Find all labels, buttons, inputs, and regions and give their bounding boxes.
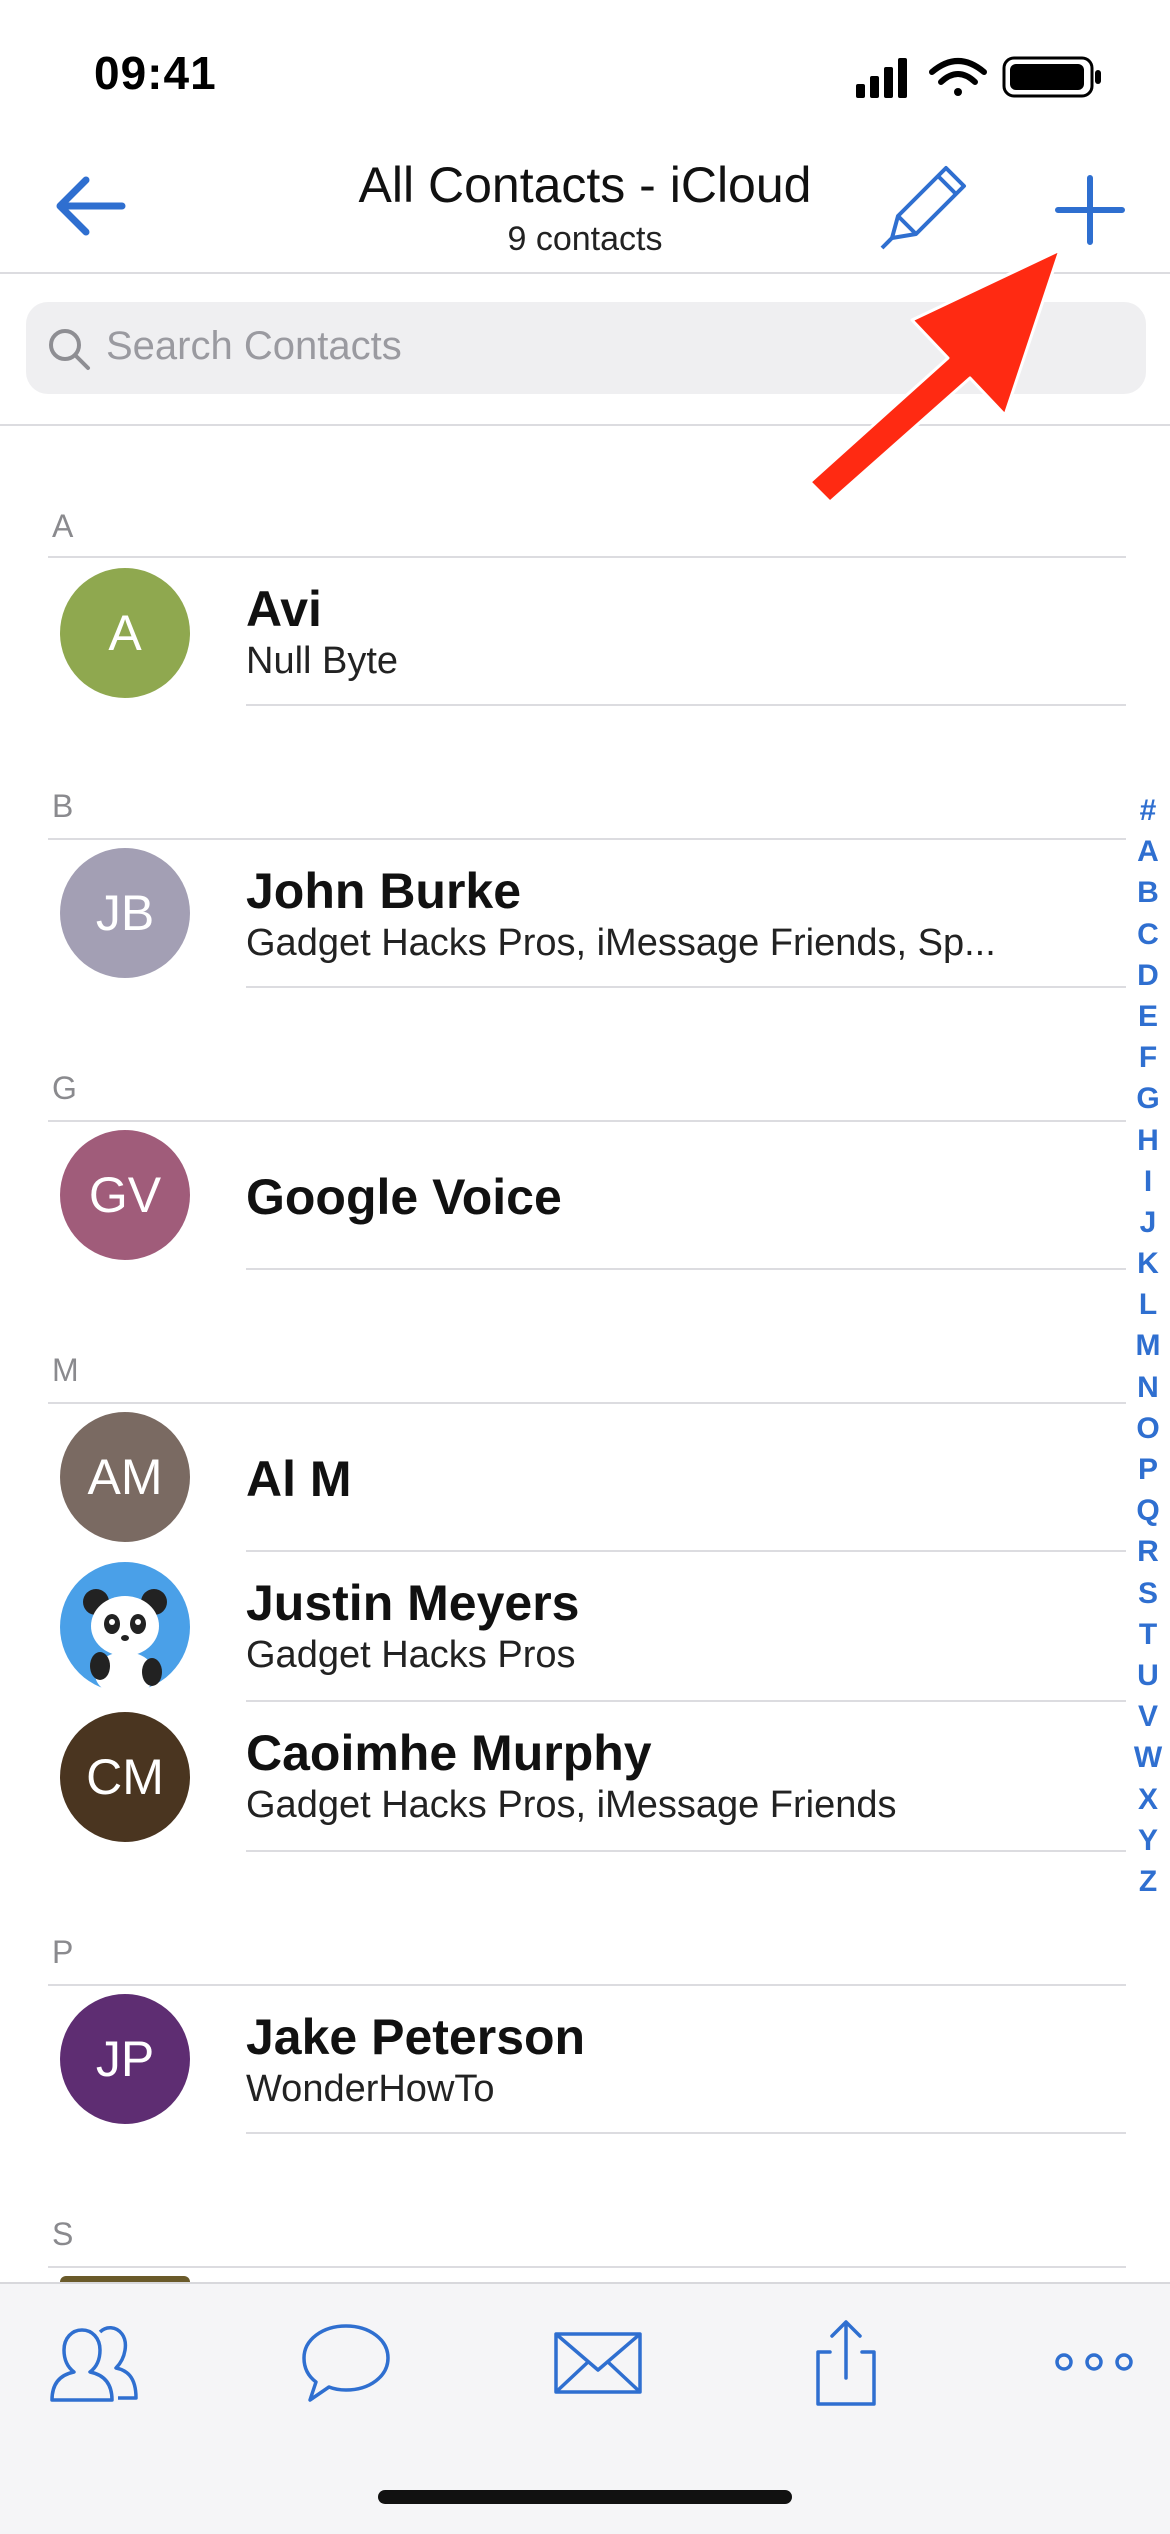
index-letter[interactable]: I [1128, 1161, 1168, 1202]
contacts-icon[interactable] [42, 2318, 142, 2408]
share-icon[interactable] [796, 2318, 896, 2408]
index-letter[interactable]: Z [1128, 1861, 1168, 1902]
status-time: 09:41 [94, 47, 217, 99]
message-bubble-icon[interactable] [296, 2318, 396, 2408]
section-header-s: S [52, 2216, 74, 2252]
contact-name: John Burke [246, 863, 522, 919]
index-letter[interactable]: E [1128, 996, 1168, 1037]
index-letter[interactable]: B [1128, 872, 1168, 913]
avatar: AM [60, 1412, 190, 1542]
index-letter[interactable]: P [1128, 1449, 1168, 1490]
section-header-g: G [52, 1070, 77, 1106]
index-letter[interactable]: J [1128, 1202, 1168, 1243]
index-letter[interactable]: Y [1128, 1820, 1168, 1861]
envelope-icon[interactable] [548, 2318, 648, 2408]
section-divider [48, 556, 1126, 558]
index-letter[interactable]: C [1128, 914, 1168, 955]
avatar: JP [60, 1994, 190, 2124]
section-header-p: P [52, 1934, 74, 1970]
contact-subtitle: Gadget Hacks Pros [246, 1634, 576, 1676]
search-placeholder: Search Contacts [106, 324, 402, 368]
index-letter[interactable]: H [1128, 1120, 1168, 1161]
contact-subtitle: Null Byte [246, 640, 399, 682]
avatar: JB [60, 848, 190, 978]
index-letter[interactable]: R [1128, 1531, 1168, 1572]
avatar: GV [60, 1130, 190, 1260]
index-letter[interactable]: N [1128, 1367, 1168, 1408]
contact-name: Avi [246, 581, 322, 637]
more-dots-icon[interactable] [1044, 2318, 1144, 2408]
index-letter[interactable]: A [1128, 831, 1168, 872]
row-divider [246, 1700, 1126, 1702]
home-indicator [378, 2490, 792, 2504]
index-letter[interactable]: K [1128, 1243, 1168, 1284]
contact-name: Justin Meyers [246, 1575, 580, 1631]
row-divider [246, 986, 1126, 988]
contact-name: Jake Peterson [246, 2009, 586, 2065]
index-letter[interactable]: D [1128, 955, 1168, 996]
index-letter[interactable]: V [1128, 1696, 1168, 1737]
panda-avatar-icon [60, 1562, 190, 1692]
avatar: CM [60, 1712, 190, 1842]
contact-subtitle: Gadget Hacks Pros, iMessage Friends, Sp.… [246, 922, 996, 964]
row-divider [246, 704, 1126, 706]
status-icons [856, 56, 1101, 98]
section-divider [48, 838, 1126, 840]
battery-icon [1002, 56, 1101, 98]
section-divider [48, 1984, 1126, 1986]
index-letter[interactable]: Q [1128, 1490, 1168, 1531]
page-title: All Contacts - iCloud [358, 157, 812, 213]
signal-icon [856, 58, 907, 98]
annotation-arrow-icon [808, 248, 1062, 504]
section-header-a: A [52, 508, 74, 544]
index-letter[interactable]: L [1128, 1284, 1168, 1325]
row-divider [246, 1268, 1126, 1270]
index-letter[interactable]: W [1128, 1737, 1168, 1778]
index-letter[interactable]: G [1128, 1078, 1168, 1119]
row-divider [246, 2132, 1126, 2134]
section-divider [48, 1402, 1126, 1404]
row-divider [246, 1850, 1126, 1852]
contact-subtitle: WonderHowTo [246, 2068, 495, 2110]
contact-subtitle: Gadget Hacks Pros, iMessage Friends [246, 1784, 897, 1826]
contact-name: Caoimhe Murphy [246, 1725, 652, 1781]
index-letter[interactable]: # [1128, 790, 1168, 831]
index-letter[interactable]: F [1128, 1037, 1168, 1078]
index-letter[interactable]: X [1128, 1779, 1168, 1820]
section-header-m: M [52, 1352, 79, 1388]
section-header-b: B [52, 788, 74, 824]
search-icon [49, 329, 90, 370]
index-letter[interactable]: S [1128, 1573, 1168, 1614]
section-divider [48, 1120, 1126, 1122]
row-divider [246, 1550, 1126, 1552]
contact-name: Al M [246, 1451, 352, 1507]
index-letter[interactable]: M [1128, 1325, 1168, 1366]
index-letter[interactable]: U [1128, 1655, 1168, 1696]
wifi-icon [929, 58, 987, 96]
avatar: A [60, 568, 190, 698]
index-letter[interactable]: O [1128, 1408, 1168, 1449]
section-divider [48, 2266, 1126, 2268]
contact-name: Google Voice [246, 1169, 562, 1225]
index-letter[interactable]: T [1128, 1614, 1168, 1655]
alphabet-index[interactable]: # A B C D E F G H I J K L M N O P Q R S T U V W X Y Z [1128, 790, 1168, 1902]
